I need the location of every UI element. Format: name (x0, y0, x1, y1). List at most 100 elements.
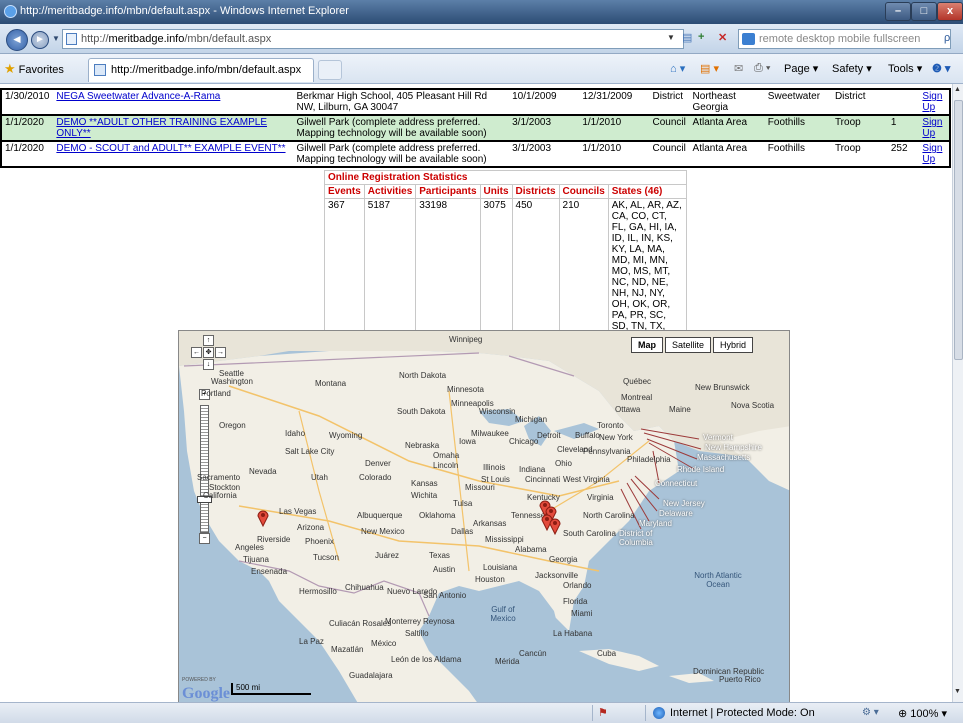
event-cell: 12/31/2009 (579, 89, 649, 115)
event-name-link[interactable]: DEMO **ADULT OTHER TRAINING EXAMPLE ONLY… (56, 117, 267, 139)
stop-icon[interactable]: ✕ (718, 31, 727, 44)
back-button[interactable]: ◄ (6, 29, 28, 51)
map-label: California (203, 491, 237, 500)
tools-menu[interactable]: Tools ▾ (888, 62, 922, 75)
map-label: South Carolina (563, 529, 616, 538)
status-separator (645, 705, 646, 721)
event-unit-type: Troop (834, 117, 861, 128)
tab-current[interactable]: http://meritbadge.info/mbn/default.aspx (88, 58, 314, 82)
event-unit-type: District (834, 91, 866, 102)
map-label: New Mexico (361, 527, 405, 536)
map-label: Omaha (433, 451, 460, 460)
zoom-icon: ⊕ (898, 708, 911, 720)
refresh-icon[interactable]: + (698, 31, 704, 43)
zoom-out-button[interactable]: − (199, 533, 210, 544)
map-label: Illinois (483, 463, 506, 472)
maximize-button[interactable]: □ (911, 2, 937, 21)
vertical-scrollbar[interactable]: ▲ ▼ (952, 84, 963, 702)
zoom-level[interactable]: ⊕ 100% ▾ (898, 707, 947, 720)
map-label: León de los Aldama (391, 655, 462, 664)
new-tab-button[interactable] (318, 60, 342, 80)
close-button[interactable]: x (937, 2, 963, 21)
event-name-link[interactable]: DEMO - SCOUT and ADULT** EXAMPLE EVENT** (56, 143, 285, 154)
map-label: Michigan (515, 415, 548, 424)
map-label: Austin (433, 565, 456, 574)
feeds-icon[interactable]: ▤ ▾ (700, 62, 719, 75)
map-type-control: Map Satellite Hybrid (629, 337, 754, 353)
map-label: Maine (669, 405, 691, 414)
event-cell: 1/1/2020 (1, 141, 53, 167)
search-icon[interactable]: ρ (944, 32, 950, 44)
event-reg-end: 1/1/2010 (582, 143, 622, 154)
stats-header: Councils (558, 184, 609, 199)
stats-header: States (46) (607, 184, 687, 199)
compatibility-view-icon[interactable]: ▤ (682, 31, 692, 44)
security-zone-text[interactable]: Internet | Protected Mode: On (670, 707, 815, 719)
sign-up-link[interactable]: Sign Up (922, 91, 942, 113)
pan-up-button[interactable]: ↑ (203, 335, 214, 346)
event-unit-number: 252 (890, 143, 908, 154)
help-icon[interactable]: ❷ ▾ (932, 62, 950, 75)
event-cell: Northeast Georgia (690, 89, 765, 115)
map-label: Georgia (549, 555, 578, 564)
url-path: /mbn/default.aspx (184, 33, 272, 45)
event-cell: Sweetwater (765, 89, 832, 115)
event-cell: 1/1/2010 (579, 115, 649, 141)
privacy-icon[interactable]: ⚙ ▾ (862, 707, 879, 718)
google-map[interactable]: Map Satellite Hybrid ↑ ← ✥ → ↓ + − Washi… (178, 330, 790, 702)
favorites-button[interactable]: ★ Favorites (4, 61, 64, 77)
scroll-down-icon[interactable]: ▼ (954, 688, 961, 695)
sign-up-link[interactable]: Sign Up (922, 117, 942, 139)
map-type-map-button[interactable]: Map (631, 337, 663, 353)
zoom-slider-track[interactable] (200, 405, 209, 533)
map-type-satellite-button[interactable]: Satellite (665, 337, 712, 353)
map-type-hybrid-button[interactable]: Hybrid (713, 337, 754, 353)
safety-menu[interactable]: Safety ▾ (832, 62, 872, 75)
map-label: San Antonio (423, 591, 467, 600)
event-district: Foothills (767, 117, 806, 128)
url-input[interactable]: http://meritbadge.info/mbn/default.aspx (62, 29, 684, 49)
pan-down-button[interactable]: ↓ (203, 359, 214, 370)
event-marker[interactable] (257, 509, 269, 527)
event-marker[interactable] (549, 517, 561, 535)
favorites-bar: ★ Favorites http://meritbadge.info/mbn/de… (0, 54, 963, 84)
map-label: La Paz (299, 637, 324, 646)
map-label: Stockton (209, 483, 241, 492)
zoom-value: 100% (910, 708, 939, 720)
map-label: Minnesota (447, 385, 484, 394)
event-cell: DEMO - SCOUT and ADULT** EXAMPLE EVENT** (53, 141, 293, 167)
search-text: remote desktop mobile fullscreen (759, 33, 921, 45)
pan-center-button[interactable]: ✥ (203, 347, 214, 358)
status-bar: ⚑ Internet | Protected Mode: On ⚙ ▾ ⊕ 10… (0, 702, 963, 723)
event-row: 1/1/2020 DEMO - SCOUT and ADULT** EXAMPLE… (1, 141, 950, 167)
search-input[interactable]: remote desktop mobile fullscreen (738, 29, 951, 49)
map-label: Chicago (509, 437, 539, 446)
map-label: Missouri (465, 483, 495, 492)
home-icon[interactable]: ⌂ ▾ (670, 62, 685, 75)
protected-mode-icon[interactable]: ⚑ (598, 706, 612, 720)
stats-header: Units (479, 184, 513, 199)
forward-button[interactable]: ► (31, 31, 49, 49)
map-label: Cancún (519, 649, 547, 658)
history-dropdown-icon[interactable]: ▼ (52, 34, 60, 43)
pan-right-button[interactable]: → (215, 347, 226, 358)
google-logo[interactable]: Google (182, 685, 230, 702)
event-cell: Troop (832, 115, 888, 141)
gulf-label: Gulf of Mexico (490, 605, 516, 623)
event-name-link[interactable]: NEGA Sweetwater Advance-A-Rama (56, 91, 220, 102)
url-dropdown-icon[interactable]: ▼ (667, 33, 675, 42)
map-label: North Dakota (399, 371, 447, 380)
map-label: Montana (315, 379, 347, 388)
pan-left-button[interactable]: ← (191, 347, 202, 358)
mail-icon[interactable]: ✉ (734, 62, 743, 75)
scroll-up-icon[interactable]: ▲ (954, 86, 961, 93)
minimize-button[interactable]: – (885, 2, 911, 21)
event-location: Gilwell Park (complete address preferred… (296, 117, 487, 139)
print-icon[interactable]: ⎙ ▾ (754, 62, 770, 75)
map-label: Tulsa (453, 499, 473, 508)
page-menu[interactable]: Page ▾ (784, 62, 818, 75)
sign-up-link[interactable]: Sign Up (922, 143, 942, 165)
scroll-thumb[interactable] (954, 100, 963, 360)
powered-by-label: POWERED BY (182, 677, 216, 683)
map-label: Tijuana (243, 555, 269, 564)
